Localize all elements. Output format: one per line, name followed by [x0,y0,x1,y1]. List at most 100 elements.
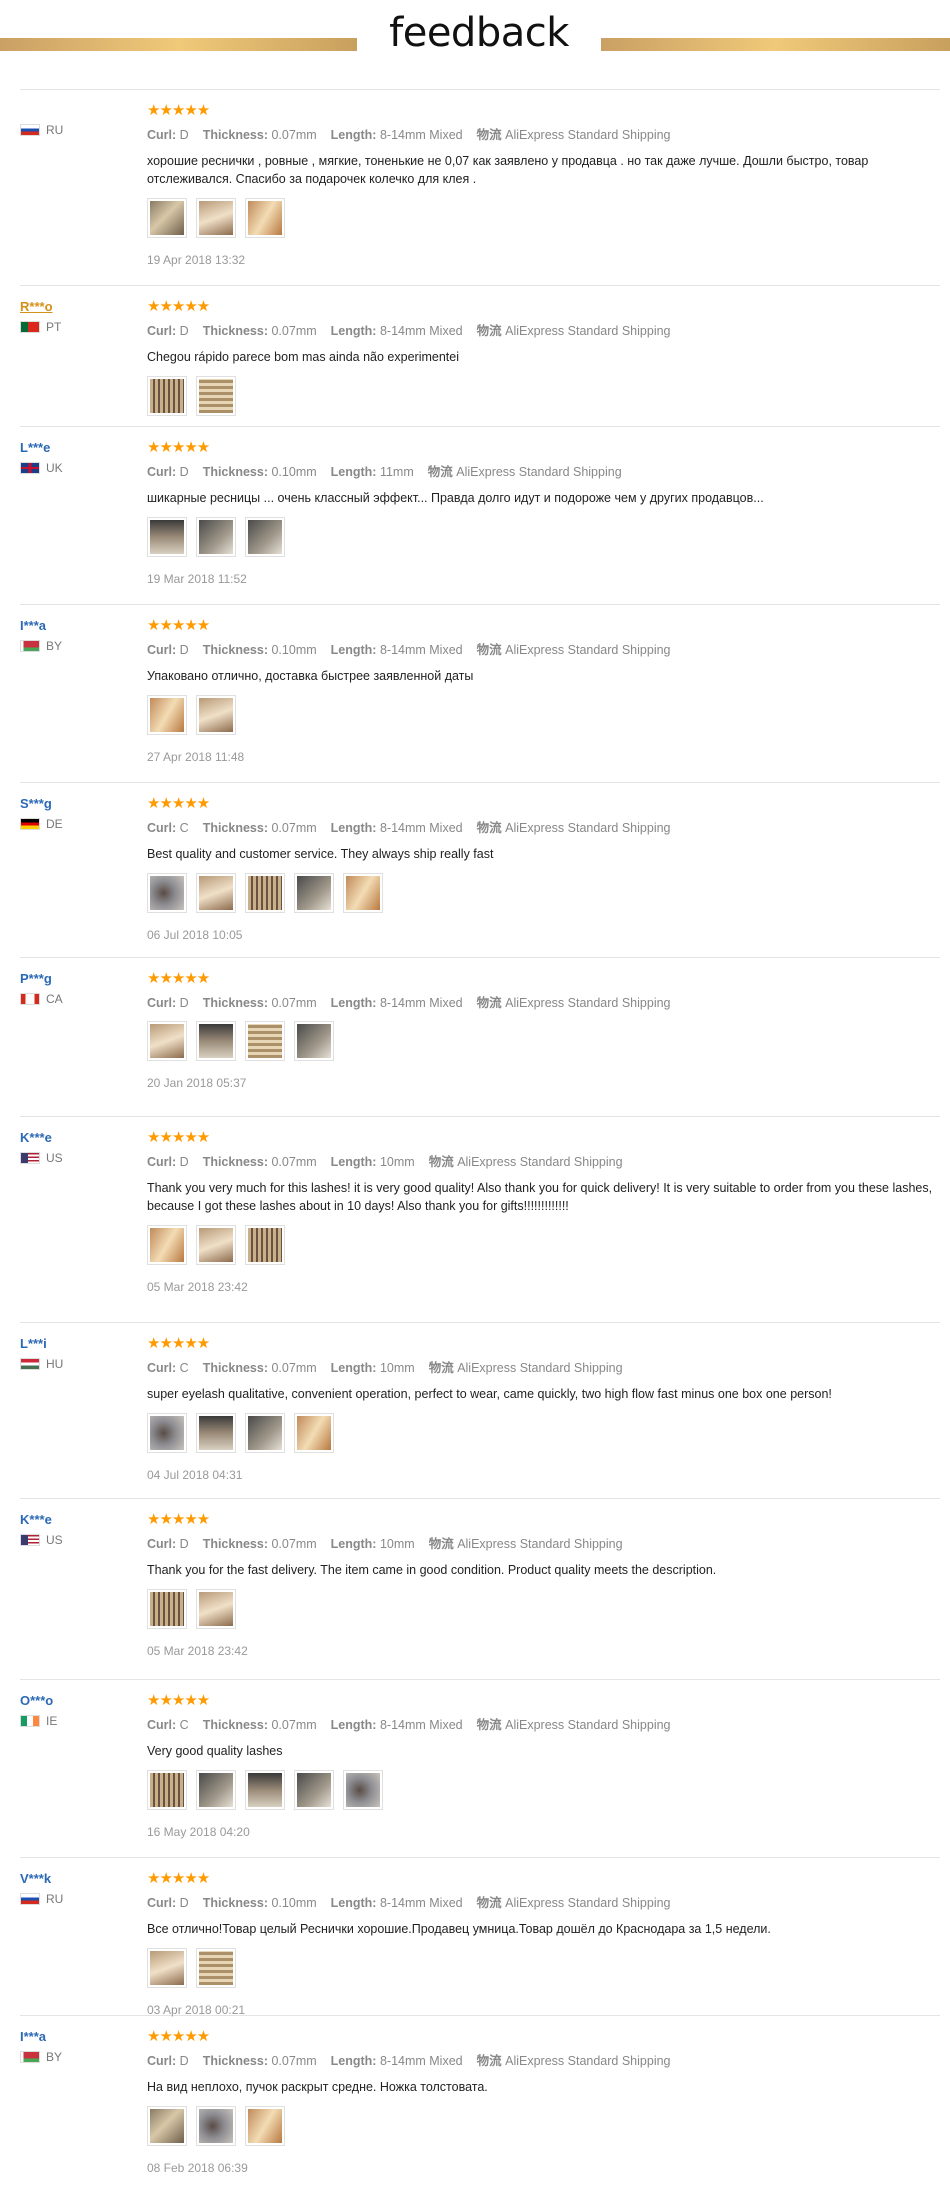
review-photo-thumbnail[interactable] [294,1021,334,1061]
review-content: ★★★★★ Curl: D Thickness: 0.10mm Length: 11m… [147,440,940,586]
review-content: ★★★★★ Curl: D Thickness: 0.07mm Length: 8-1… [147,103,940,267]
review-photo-thumbnail[interactable] [196,376,236,416]
star-rating-icon: ★★★★★ [147,298,210,315]
reviewer-name-link[interactable]: K***e [20,1512,140,1527]
review-text: Все отлично!Товар целый Реснички хорошие… [147,1922,771,1936]
review-photo-thumbnail[interactable] [196,1413,236,1453]
review-photo-thumbnail[interactable] [245,198,285,238]
review-photo-thumbnail[interactable] [196,873,236,913]
review-photo-thumbnail[interactable] [196,1225,236,1265]
review-photo-thumbnail[interactable] [245,2106,285,2146]
curl-label: Curl: [147,1718,177,1732]
review-photo-thumbnail[interactable] [147,873,187,913]
review-photos [147,695,940,735]
review-photo-thumbnail[interactable] [245,873,285,913]
product-attributes: Curl: D Thickness: 0.07mm Length: 8-14mm M… [147,992,940,1011]
country-code: RU [46,1892,64,1906]
thickness-value: 0.10mm [271,1896,317,1910]
reviewer-name-link[interactable]: K***e [20,1130,140,1145]
shipping-label: 物流 [428,1537,454,1551]
curl-label: Curl: [147,465,177,479]
reviewer-name-link[interactable]: P***g [20,971,140,986]
review-item: L***e UK ★★★★★ Curl: D Thickness: 0.10mm Leng… [20,427,940,605]
review-photo-thumbnail[interactable] [196,198,236,238]
review-text: На вид неплохо, пучок раскрыт средне. Но… [147,2080,488,2094]
thickness-label: Thickness: [202,1155,268,1169]
length-value: 8-14mm Mixed [379,324,463,338]
length-value: 10mm [379,1361,415,1375]
shipping-value: AliExpress Standard Shipping [505,996,671,1010]
review-photo-thumbnail[interactable] [294,1770,334,1810]
review-photo-thumbnail[interactable] [147,695,187,735]
length-label: Length: [330,996,377,1010]
review-photo-thumbnail[interactable] [147,1225,187,1265]
reviewer-name-link[interactable]: O***o [20,1693,140,1708]
review-photo-thumbnail[interactable] [147,517,187,557]
thickness-value: 0.07mm [271,1537,317,1551]
length-label: Length: [330,465,377,479]
review-photos [147,873,940,913]
length-value: 11mm [379,465,414,479]
star-rating-icon: ★★★★★ [147,1692,210,1709]
review-photo-thumbnail[interactable] [147,376,187,416]
review-photo-thumbnail[interactable] [196,517,236,557]
curl-value: D [179,2054,189,2068]
length-value: 8-14mm Mixed [379,1896,463,1910]
review-photo-thumbnail[interactable] [343,873,383,913]
review-photo-thumbnail[interactable] [147,1770,187,1810]
review-date: 20 Jan 2018 05:37 [147,1076,247,1090]
shipping-label: 物流 [476,1896,502,1910]
review-photo-thumbnail[interactable] [147,1589,187,1629]
reviewer-name-link[interactable]: V***k [20,1871,140,1886]
review-user: O***o IE [20,1693,140,1728]
review-user: I***a BY [20,2029,140,2064]
review-photo-thumbnail[interactable] [343,1770,383,1810]
thickness-label: Thickness: [202,821,268,835]
review-user: K***e US [20,1130,140,1165]
review-photo-thumbnail[interactable] [147,1413,187,1453]
shipping-value: AliExpress Standard Shipping [505,128,671,142]
shipping-label: 物流 [476,821,502,835]
shipping-label: 物流 [428,1361,454,1375]
review-photo-thumbnail[interactable] [196,1589,236,1629]
review-photo-thumbnail[interactable] [147,198,187,238]
flag-icon [20,1358,40,1370]
curl-value: D [179,996,189,1010]
reviewer-name-link[interactable]: L***i [20,1336,140,1351]
star-rating-icon: ★★★★★ [147,1870,210,1887]
review-photos [147,517,940,557]
review-photo-thumbnail[interactable] [196,695,236,735]
reviewer-name-link[interactable]: I***a [20,2029,140,2044]
review-photo-thumbnail[interactable] [196,1948,236,1988]
shipping-value: AliExpress Standard Shipping [456,465,622,479]
review-photo-thumbnail[interactable] [245,517,285,557]
review-photo-thumbnail[interactable] [245,1021,285,1061]
review-photo-thumbnail[interactable] [245,1770,285,1810]
review-photo-thumbnail[interactable] [294,873,334,913]
review-photo-thumbnail[interactable] [147,1021,187,1061]
reviewer-name-link[interactable]: R***o [20,299,140,314]
review-photo-thumbnail[interactable] [294,1413,334,1453]
review-photo-thumbnail[interactable] [147,1948,187,1988]
review-photo-thumbnail[interactable] [147,2106,187,2146]
review-text: Упаковано отлично, доставка быстрее заяв… [147,669,474,683]
review-photo-thumbnail[interactable] [196,1021,236,1061]
reviewer-name-link[interactable]: I***a [20,618,140,633]
thickness-value: 0.07mm [271,821,317,835]
review-photo-thumbnail[interactable] [196,2106,236,2146]
review-content: ★★★★★ Curl: C Thickness: 0.07mm Length: 8-1… [147,796,940,942]
review-content: ★★★★★ Curl: D Thickness: 0.07mm Length: 8-1… [147,971,940,1090]
review-text: Very good quality lashes [147,1744,283,1758]
reviewer-name-link[interactable]: L***e [20,440,140,455]
review-photo-thumbnail[interactable] [196,1770,236,1810]
review-date: 19 Apr 2018 13:32 [147,253,246,267]
country-code: US [46,1151,63,1165]
header-gold-bar-right [601,38,950,51]
length-label: Length: [330,1155,377,1169]
review-photo-thumbnail[interactable] [245,1413,285,1453]
flag-icon [20,462,40,474]
review-photo-thumbnail[interactable] [245,1225,285,1265]
reviewer-name-link[interactable]: S***g [20,796,140,811]
review-photos [147,2106,940,2146]
thickness-value: 0.07mm [271,996,317,1010]
